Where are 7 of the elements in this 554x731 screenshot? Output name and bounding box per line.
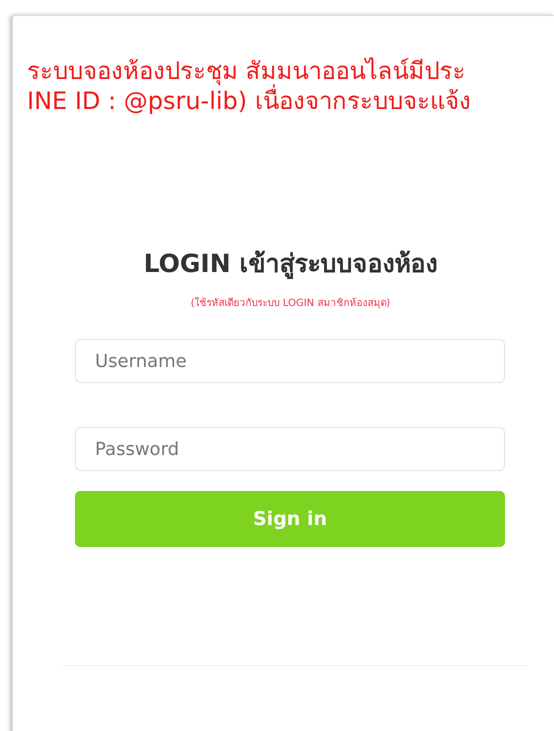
input-field[interactable]: Password — [75, 427, 505, 471]
input-field[interactable]: Username — [75, 339, 505, 383]
announcement-text: ระบบจองห้องประชุม สัมมนาออนไลน์มีประ — [27, 56, 466, 86]
announcement-text: INE ID : @psru-lib) เนื่องจากระบบจะแจ้ง — [27, 86, 471, 116]
login-hint: (ใช้รหัสเดียวกับระบบ LOGIN สมาชิกห้องสมุด) — [190, 296, 392, 310]
login-title: LOGIN เข้าสู่ระบบจองห้อง — [142, 248, 438, 281]
sign-in-button[interactable]: Sign in — [75, 491, 505, 547]
